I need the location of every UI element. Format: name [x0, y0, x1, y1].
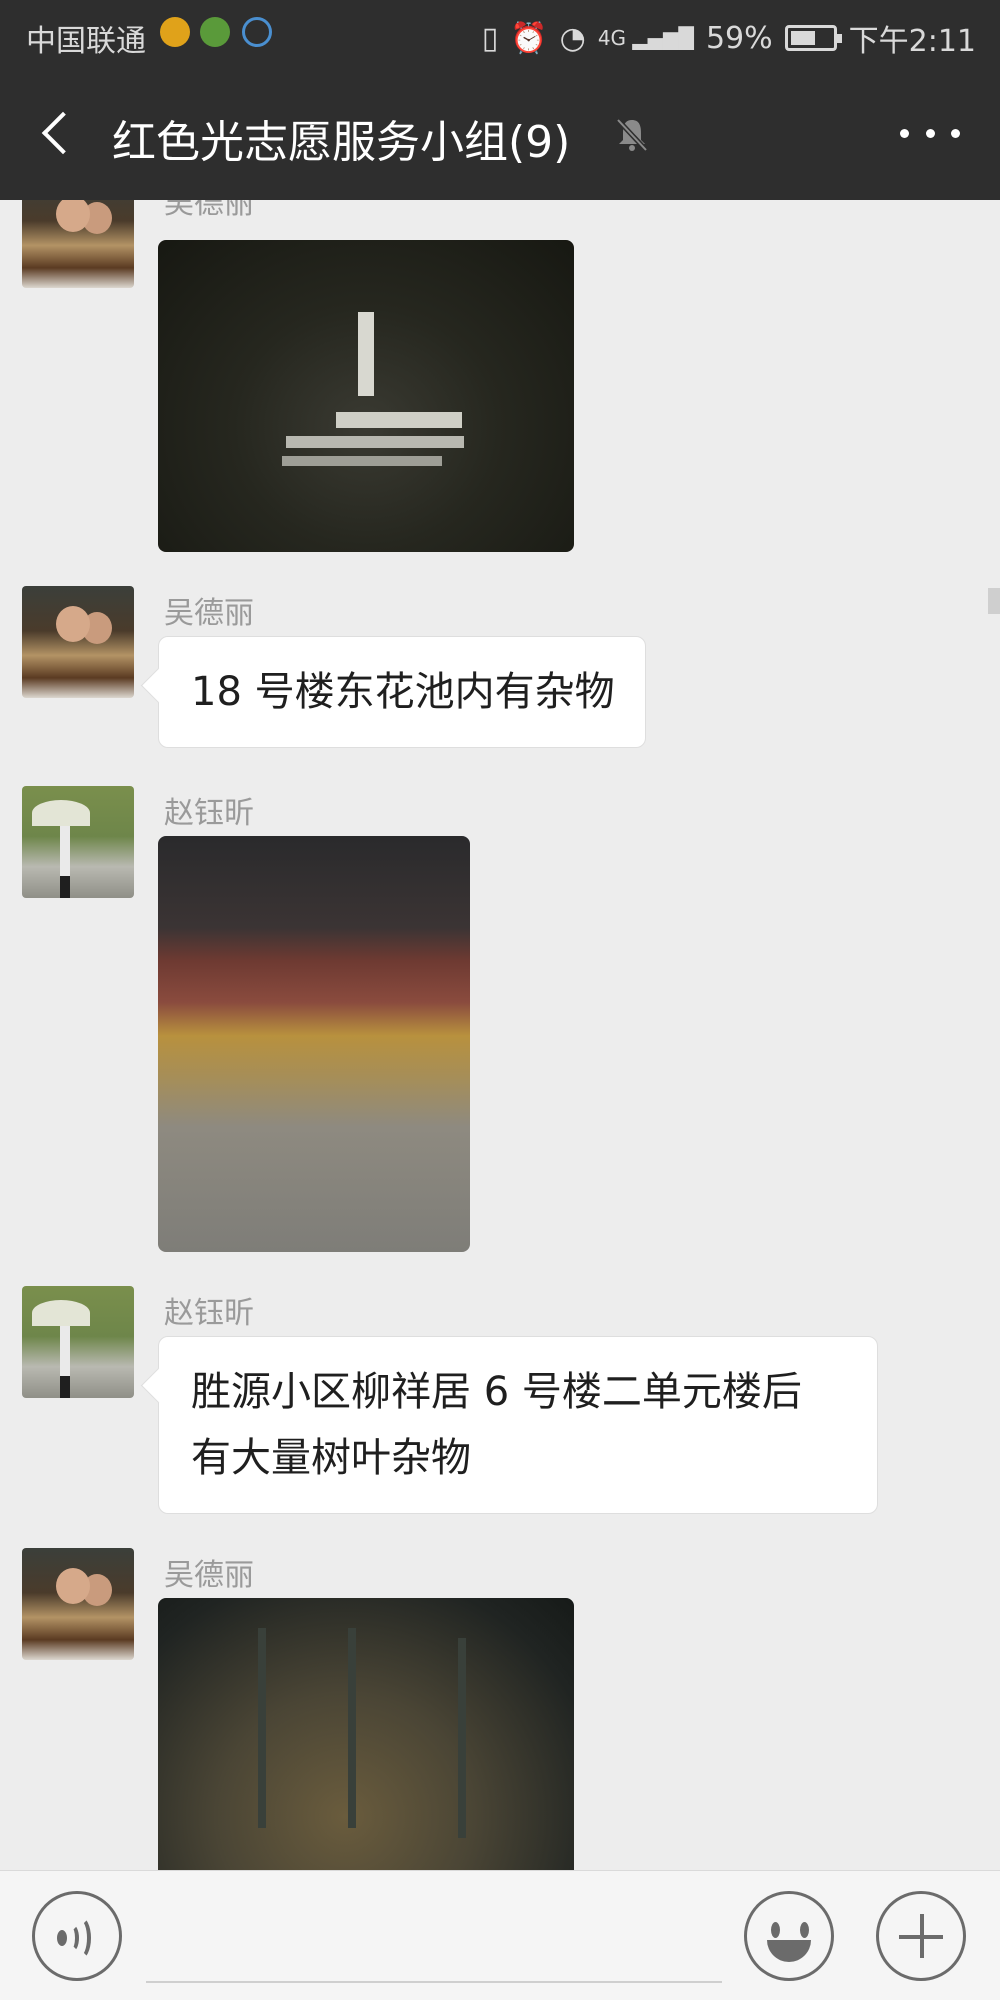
qq-mail-icon — [160, 17, 190, 47]
chat-input-bar — [0, 1870, 1000, 2000]
mute-bell-icon — [616, 118, 648, 152]
alarm-icon: ⏰ — [510, 20, 548, 56]
sender-name: 吴德丽 — [164, 596, 254, 631]
avatar[interactable] — [22, 586, 134, 698]
message-bubble[interactable]: 18 号楼东花池内有杂物 — [158, 636, 646, 748]
message-bubble[interactable]: 胜源小区柳祥居 6 号楼二单元楼后 有大量树叶杂物 — [158, 1336, 878, 1514]
app-notification-icon — [200, 17, 230, 47]
sender-name: 赵钰昕 — [164, 796, 254, 831]
battery-percent: 59% — [705, 20, 773, 56]
battery-icon — [784, 25, 842, 51]
message-photo[interactable] — [158, 1598, 574, 1870]
message-text-line: 胜源小区柳祥居 6 号楼二单元楼后 — [191, 1369, 802, 1415]
more-options-icon[interactable] — [900, 118, 960, 148]
avatar[interactable] — [22, 200, 134, 288]
avatar[interactable] — [22, 1548, 134, 1660]
group-title: 红色光志愿服务小组(9) — [112, 117, 571, 168]
avatar[interactable] — [22, 786, 134, 898]
scrollbar[interactable] — [988, 588, 1000, 614]
message-photo[interactable] — [158, 240, 574, 552]
avatar[interactable] — [22, 1286, 134, 1398]
message-photo[interactable] — [158, 836, 470, 1252]
message-input[interactable] — [146, 1893, 722, 1983]
sender-name: 吴德丽 — [164, 200, 254, 221]
carrier-label: 中国联通 — [26, 24, 146, 59]
more-functions-button[interactable] — [876, 1891, 966, 1981]
clock-time: 下午2:11 — [848, 24, 976, 59]
message-text-line: 有大量树叶杂物 — [191, 1435, 471, 1481]
sender-name: 吴德丽 — [164, 1558, 254, 1593]
status-bar: 中国联通 ▯ ⏰ ◔ 4G ▂▄▆█ 59% 下午2:11 — [0, 0, 1000, 70]
back-arrow-icon[interactable] — [36, 110, 84, 160]
vibrate-icon: ▯ — [481, 20, 499, 56]
message-notification-icon — [242, 17, 272, 47]
sender-name: 赵钰昕 — [164, 1296, 254, 1331]
emoji-button[interactable] — [744, 1891, 834, 1981]
signal-icon: 4G ▂▄▆█ — [597, 26, 694, 50]
message-text: 18 号楼东花池内有杂物 — [191, 669, 615, 715]
wifi-icon: ◔ — [559, 20, 586, 56]
chat-header: 红色光志愿服务小组(9) — [0, 70, 1000, 200]
chat-message-list[interactable]: 吴德丽 吴德丽 18 号楼东花池内有杂物 赵钰昕 赵钰昕 胜源小区柳祥居 6 号… — [0, 200, 1000, 1870]
voice-input-button[interactable] — [32, 1891, 122, 1981]
status-right-group: ▯ ⏰ ◔ 4G ▂▄▆█ 59% 下午2:11 — [482, 16, 976, 60]
